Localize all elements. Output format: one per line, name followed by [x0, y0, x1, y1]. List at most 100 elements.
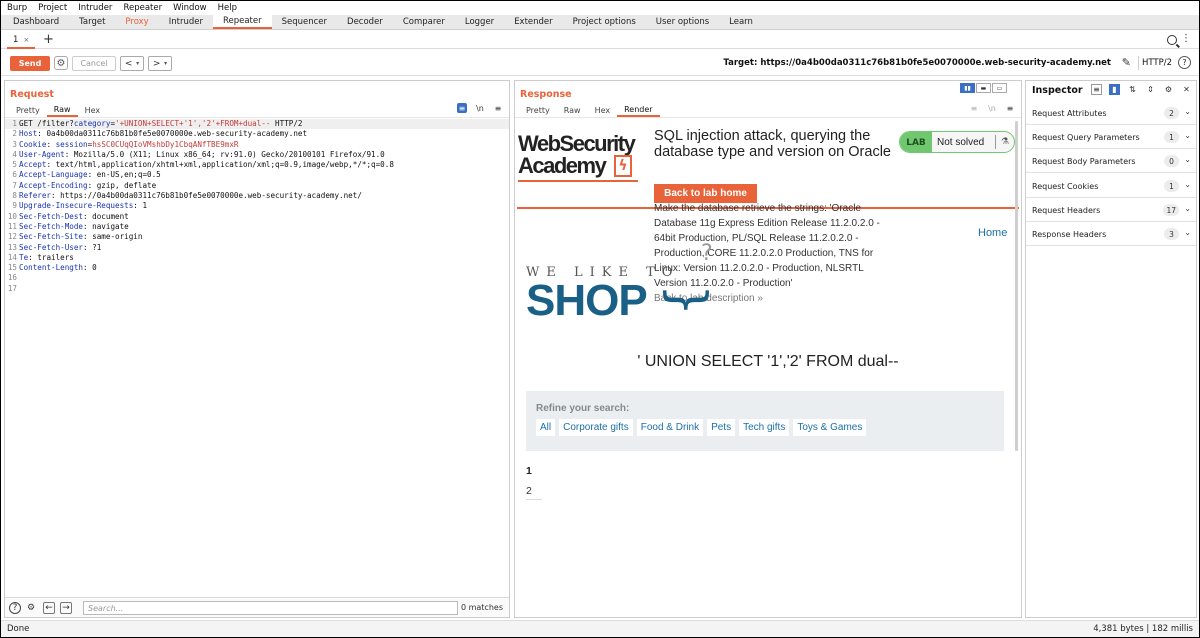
kebab-menu-icon[interactable]: ⋮: [1181, 33, 1191, 44]
layout-single-icon[interactable]: ▭: [992, 83, 1007, 93]
send-button[interactable]: Send: [10, 56, 50, 71]
wrap-icon[interactable]: ≡: [457, 103, 467, 113]
home-link[interactable]: Home: [978, 227, 1007, 239]
request-tab-hex[interactable]: Hex: [78, 103, 108, 117]
http-version[interactable]: HTTP/2: [1142, 58, 1172, 68]
response-tab-pretty[interactable]: Pretty: [519, 103, 557, 117]
layout-list-icon[interactable]: ≡: [1091, 84, 1102, 95]
code-line[interactable]: 2 Host: 0a4b00da0311c76b81b0fe5e0070000e.…: [5, 129, 509, 139]
code-line[interactable]: 1 GET /filter? category = '+UNION+SELECT+'1'…: [5, 119, 509, 130]
cancel-button[interactable]: Cancel: [72, 56, 116, 71]
line-number: 14: [7, 252, 17, 262]
tab-intruder[interactable]: Intruder: [159, 15, 213, 29]
menu-icon[interactable]: ≡: [1005, 103, 1015, 113]
newline-icon[interactable]: \n: [987, 103, 997, 113]
layout-buttons: ▮▮ ▬ ▭: [960, 83, 1007, 93]
category-toys-games[interactable]: Toys & Games: [793, 419, 867, 436]
back-to-lab-home-button[interactable]: Back to lab home: [654, 184, 757, 203]
code-line[interactable]: 15 Content-Length: 0: [5, 263, 509, 273]
menu-window[interactable]: Window: [173, 3, 207, 13]
menu-intruder[interactable]: Intruder: [78, 3, 112, 13]
category-all[interactable]: All: [536, 419, 556, 436]
response-tab-render[interactable]: Render: [617, 103, 660, 117]
tab-decoder[interactable]: Decoder: [337, 15, 393, 29]
code-line[interactable]: 3 Cookie: session = hsSC0CUqQIoVMshbDy1CbqA…: [5, 140, 509, 150]
pencil-icon[interactable]: ✎: [1122, 56, 1131, 69]
code-line[interactable]: 12 Sec-Fetch-Site: same-origin: [5, 232, 509, 242]
close-icon[interactable]: ✕: [1181, 84, 1192, 95]
response-tab-hex[interactable]: Hex: [588, 103, 618, 117]
help-icon[interactable]: ?: [9, 602, 21, 614]
code-line[interactable]: 10 Sec-Fetch-Dest: document: [5, 212, 509, 222]
menu-icon[interactable]: ≡: [493, 103, 503, 113]
code-token: Content-Length: [19, 263, 84, 273]
gear-icon[interactable]: ⚙: [1163, 84, 1174, 95]
search-icon[interactable]: [1167, 35, 1177, 45]
code-line[interactable]: 5 Accept: text/html,application/xhtml+xml…: [5, 160, 509, 170]
category-pets[interactable]: Pets: [707, 419, 736, 436]
code-line[interactable]: 13 Sec-Fetch-User: ?1: [5, 243, 509, 253]
arrow-right-icon[interactable]: →: [60, 602, 72, 614]
add-tab-icon[interactable]: +: [43, 32, 54, 47]
menu-repeater[interactable]: Repeater: [123, 3, 162, 13]
line-number: 15: [7, 263, 17, 273]
response-tab-raw[interactable]: Raw: [557, 103, 588, 117]
inspector-section-response-headers[interactable]: Response Headers 3 ⌄: [1026, 223, 1196, 246]
menu-project[interactable]: Project: [38, 3, 67, 13]
inspector-section-cookies[interactable]: Request Cookies 1 ⌄: [1026, 175, 1196, 198]
tab-target[interactable]: Target: [69, 15, 115, 29]
newline-icon[interactable]: \n: [475, 103, 485, 113]
request-editor[interactable]: 1 GET /filter? category = '+UNION+SELECT+'1'…: [5, 119, 509, 294]
menu-help[interactable]: Help: [218, 3, 237, 13]
inspector-section-request-attributes[interactable]: Request Attributes 2 ⌄: [1026, 102, 1196, 125]
code-line[interactable]: 8 Referer: https://0a4b00da0311c76b81b0fe…: [5, 191, 509, 201]
category-tech-gifts[interactable]: Tech gifts: [739, 419, 790, 436]
inspector-section-request-headers[interactable]: Request Headers 17 ⌄: [1026, 199, 1196, 222]
category-corporate-gifts[interactable]: Corporate gifts: [559, 419, 633, 436]
code-line[interactable]: 9 Upgrade-Insecure-Requests: 1: [5, 201, 509, 211]
tab-extender[interactable]: Extender: [504, 15, 562, 29]
code-token: : Mozilla/5.0 (X11; Linux x86_64; rv:91.…: [64, 149, 385, 159]
response-view-icons: ≡ \n ≡: [969, 103, 1015, 113]
code-token: Sec-Fetch-User: [19, 242, 84, 252]
tab-comparer[interactable]: Comparer: [393, 15, 455, 29]
repeater-tab-1[interactable]: 1 ×: [7, 33, 36, 49]
layout-panel-icon[interactable]: ▮: [1109, 84, 1120, 95]
code-line[interactable]: 4 User-Agent: Mozilla/5.0 (X11; Linux x86…: [5, 150, 509, 160]
tab-proxy[interactable]: Proxy: [115, 15, 158, 29]
code-line[interactable]: 6 Accept-Language: en-US,en;q=0.5: [5, 170, 509, 180]
tab-logger[interactable]: Logger: [455, 15, 504, 29]
code-line[interactable]: 16: [5, 273, 509, 283]
wrap-icon[interactable]: ≡: [969, 103, 979, 113]
close-icon[interactable]: ×: [23, 36, 29, 44]
layout-stack-icon[interactable]: ▬: [976, 83, 991, 93]
tab-repeater[interactable]: Repeater: [212, 15, 272, 29]
arrow-left-icon[interactable]: ←: [43, 602, 55, 614]
search-input[interactable]: Search...: [83, 601, 458, 615]
request-tab-pretty[interactable]: Pretty: [9, 103, 47, 117]
tab-project-options[interactable]: Project options: [563, 15, 646, 29]
code-line[interactable]: 14 Te: trailers: [5, 253, 509, 263]
collapse-icon[interactable]: ⇅: [1127, 84, 1138, 95]
code-line[interactable]: 11 Sec-Fetch-Mode: navigate: [5, 222, 509, 232]
gear-icon[interactable]: ⚙: [54, 56, 68, 70]
inspector-section-body-parameters[interactable]: Request Body Parameters 0 ⌄: [1026, 150, 1196, 173]
forward-button[interactable]: > ▾: [148, 56, 172, 71]
menu-burp[interactable]: Burp: [7, 3, 27, 13]
tab-learn[interactable]: Learn: [719, 15, 763, 29]
request-tab-raw[interactable]: Raw: [46, 103, 78, 117]
code-line[interactable]: 7 Accept-Encoding: gzip, deflate: [5, 181, 509, 191]
help-icon[interactable]: ?: [1178, 56, 1191, 69]
tab-sequencer[interactable]: Sequencer: [272, 15, 337, 29]
code-line[interactable]: 17: [5, 284, 509, 294]
back-button[interactable]: < ▾: [120, 56, 144, 71]
scrollbar[interactable]: [1015, 121, 1018, 451]
inspector-section-query-parameters[interactable]: Request Query Parameters 1 ⌄: [1026, 126, 1196, 149]
category-food-drink[interactable]: Food & Drink: [636, 419, 704, 436]
layout-split-icon[interactable]: ▮▮: [960, 83, 975, 93]
expand-icon[interactable]: ⇕: [1145, 84, 1156, 95]
tab-dashboard[interactable]: Dashboard: [3, 15, 69, 29]
tab-user-options[interactable]: User options: [646, 15, 719, 29]
menubar: Burp Project Intruder Repeater Window He…: [1, 1, 1199, 15]
gear-icon[interactable]: ⚙: [25, 602, 37, 614]
